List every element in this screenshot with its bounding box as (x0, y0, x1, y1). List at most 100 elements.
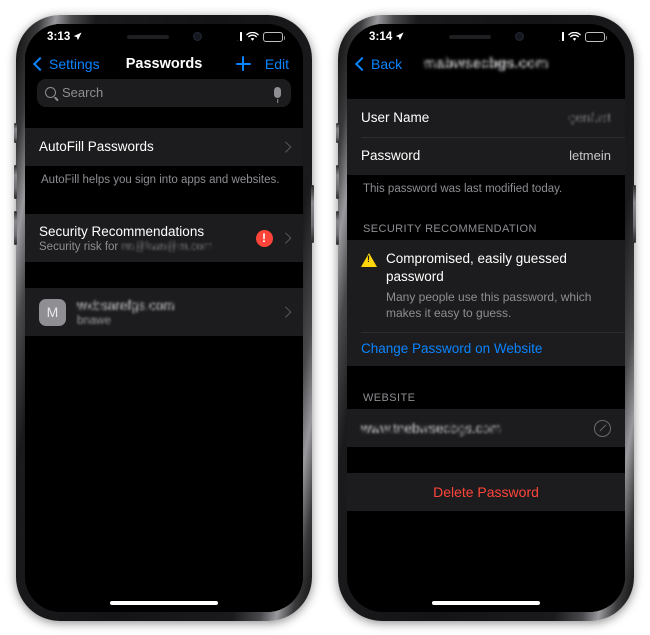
delete-password-button[interactable]: Delete Password (347, 473, 625, 512)
password-row[interactable]: Password letmein (347, 136, 625, 175)
location-arrow-icon (74, 32, 82, 41)
volume-up-button[interactable] (14, 164, 17, 199)
navigation-actions: Edit (235, 56, 289, 72)
front-camera-icon (192, 32, 202, 41)
warning-triangle-icon (361, 253, 377, 268)
chevron-right-icon (279, 306, 291, 318)
volume-up-button[interactable] (336, 164, 339, 199)
password-detail-content: User Name genfust Password letmein This … (347, 78, 625, 612)
saved-accounts-group: M wxbsarefgs.com bnawe (25, 288, 303, 337)
password-label: Password (361, 148, 421, 163)
security-recommendations-group: Security Recommendations Security risk f… (25, 214, 303, 263)
notch (410, 23, 562, 50)
username-label: User Name (361, 110, 430, 125)
autofill-passwords-label: AutoFill Passwords (39, 139, 154, 154)
back-label: Back (371, 55, 403, 72)
navigation-bar: Back mabwsecbgs.com (347, 49, 625, 79)
security-recommendations-row[interactable]: Security Recommendations Security risk f… (25, 214, 303, 262)
passwords-content: AutoFill Passwords AutoFill helps you si… (25, 115, 303, 612)
security-recommendation-card: Compromised, easily guessed password Man… (347, 240, 625, 367)
warning-text: Compromised, easily guessed password Man… (386, 250, 611, 321)
volume-down-button[interactable] (14, 210, 17, 245)
microphone-icon[interactable] (274, 87, 281, 98)
autofill-group: AutoFill Passwords (25, 127, 303, 166)
redacted-account-site: wxbsarefgs.com (77, 297, 273, 313)
volume-down-button[interactable] (336, 210, 339, 245)
website-row[interactable]: www.tnebwsecbgs.com (347, 409, 625, 447)
security-recommendation-header: SECURITY RECOMMENDATION (363, 223, 537, 236)
security-subtitle-prefix: Security risk for (39, 240, 122, 253)
back-to-settings-button[interactable]: Settings (32, 55, 100, 72)
redacted-website-url: www.tnebwsecbgs.com (361, 420, 594, 436)
phone-left: 3:13 Settings Passwords Edit Search Auto… (14, 14, 314, 621)
credentials-group: User Name genfust Password letmein (347, 98, 625, 175)
status-time: 3:13 (47, 30, 71, 43)
status-bar-left: 3:13 (47, 31, 82, 43)
home-indicator[interactable] (432, 600, 540, 605)
chevron-right-icon (279, 141, 291, 152)
status-bar-left: 3:14 (369, 31, 404, 43)
chevron-right-icon (279, 232, 291, 244)
back-label: Settings (49, 55, 100, 72)
chevron-left-icon (32, 56, 48, 71)
security-recommendations-subtitle: Security risk for nn@kwn@m.com (39, 240, 256, 253)
search-container: Search (25, 78, 303, 116)
password-detail-screen: 3:14 Back mabwsecbgs.com User Name genfu… (347, 23, 625, 612)
location-arrow-icon (396, 32, 404, 41)
search-icon (45, 87, 56, 98)
account-text: wxbsarefgs.com bnawe (77, 292, 273, 333)
edit-button[interactable]: Edit (265, 56, 289, 72)
status-time: 3:14 (369, 30, 393, 43)
battery-icon (585, 31, 607, 42)
power-button[interactable] (633, 184, 636, 243)
website-group: www.tnebwsecbgs.com (347, 409, 625, 448)
passwords-screen: 3:13 Settings Passwords Edit Search Auto… (25, 23, 303, 612)
list-item[interactable]: M wxbsarefgs.com bnawe (25, 288, 303, 336)
autofill-passwords-row[interactable]: AutoFill Passwords (25, 128, 303, 166)
security-alert-badge: ! (255, 229, 273, 247)
home-indicator[interactable] (110, 600, 218, 605)
security-recommendations-text: Security Recommendations Security risk f… (39, 218, 256, 259)
phone-left-screen-area: 3:13 Settings Passwords Edit Search Auto… (25, 23, 303, 612)
earpiece-speaker-icon (126, 34, 169, 39)
wifi-icon (568, 31, 581, 41)
redacted-username-value: genfust (568, 110, 611, 125)
password-value: letmein (569, 148, 611, 163)
front-camera-icon (514, 32, 524, 41)
add-password-button[interactable] (235, 56, 251, 71)
back-button[interactable]: Back (354, 55, 403, 72)
battery-icon (263, 31, 285, 42)
search-placeholder: Search (62, 85, 104, 100)
phones-comparison: 3:13 Settings Passwords Edit Search Auto… (0, 0, 650, 635)
chevron-left-icon (354, 56, 370, 71)
silent-switch[interactable] (14, 122, 17, 143)
warning-description: Many people use this password, which mak… (386, 290, 592, 321)
silent-switch[interactable] (336, 122, 339, 143)
phone-right-screen-area: 3:14 Back mabwsecbgs.com User Name genfu… (347, 23, 625, 612)
autofill-footer: AutoFill helps you sign into apps and we… (41, 173, 280, 186)
navigation-bar: Settings Passwords Edit (25, 49, 303, 79)
phone-right: 3:14 Back mabwsecbgs.com User Name genfu… (336, 14, 636, 621)
notch (88, 23, 240, 50)
search-input[interactable]: Search (37, 78, 291, 107)
power-button[interactable] (311, 184, 314, 243)
redacted-site-name: nn@kwn@m.com (121, 240, 213, 253)
security-recommendations-label: Security Recommendations (39, 223, 205, 239)
compromised-warning: Compromised, easily guessed password Man… (347, 240, 625, 332)
username-row[interactable]: User Name genfust (347, 99, 625, 137)
change-password-link[interactable]: Change Password on Website (347, 332, 625, 366)
warning-title: Compromised, easily guessed password (386, 251, 567, 285)
password-modified-footer: This password was last modified today. (363, 182, 563, 195)
redacted-account-username: bnawe (77, 314, 273, 327)
wifi-icon (246, 31, 259, 41)
safari-compass-icon[interactable] (594, 419, 611, 437)
earpiece-speaker-icon (448, 34, 491, 39)
avatar: M (39, 298, 66, 326)
